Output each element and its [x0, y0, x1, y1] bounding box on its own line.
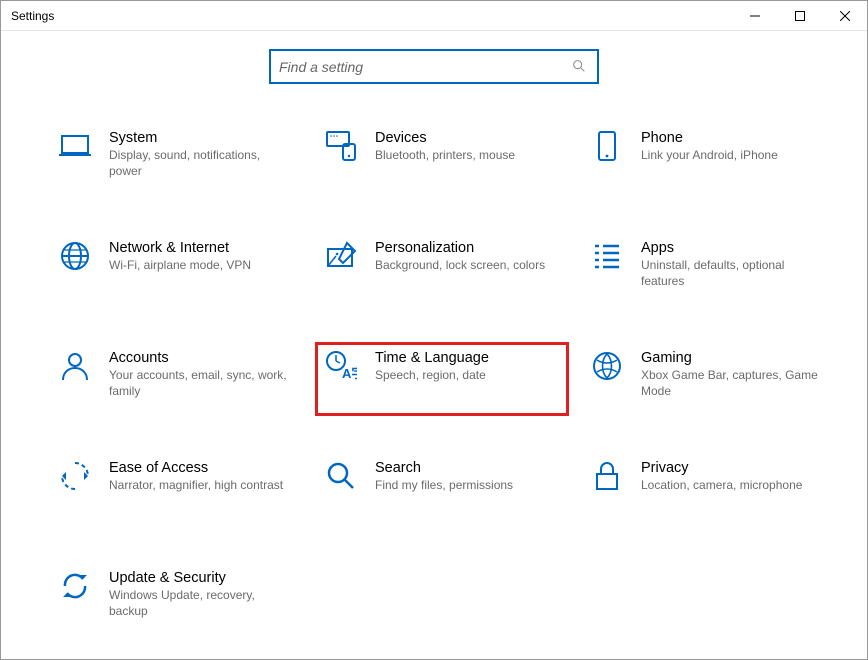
- tile-network[interactable]: Network & Internet Wi-Fi, airplane mode,…: [51, 234, 301, 304]
- window-title: Settings: [11, 9, 54, 23]
- tile-title: Apps: [641, 240, 825, 256]
- tile-text: Network & Internet Wi-Fi, airplane mode,…: [109, 240, 293, 274]
- lock-icon: [591, 460, 623, 492]
- tile-search[interactable]: Search Find my files, permissions: [317, 454, 567, 524]
- tile-title: Search: [375, 460, 559, 476]
- tile-desc: Xbox Game Bar, captures, Game Mode: [641, 368, 825, 399]
- search-container: [1, 49, 867, 84]
- gaming-icon: [591, 350, 623, 382]
- tile-desc: Uninstall, defaults, optional features: [641, 258, 825, 289]
- tile-desc: Wi-Fi, airplane mode, VPN: [109, 258, 293, 274]
- update-icon: [59, 570, 91, 602]
- tile-desc: Background, lock screen, colors: [375, 258, 559, 274]
- tile-title: Network & Internet: [109, 240, 293, 256]
- search-tile-icon: [325, 460, 357, 492]
- tile-desc: Location, camera, microphone: [641, 478, 825, 494]
- tile-text: System Display, sound, notifications, po…: [109, 130, 293, 179]
- phone-icon: [591, 130, 623, 162]
- tile-update-security[interactable]: Update & Security Windows Update, recove…: [51, 564, 301, 634]
- tile-title: Time & Language: [375, 350, 559, 366]
- apps-icon: [591, 240, 623, 272]
- tile-devices[interactable]: Devices Bluetooth, printers, mouse: [317, 124, 567, 194]
- tile-title: System: [109, 130, 293, 146]
- window-controls: [732, 1, 867, 31]
- time-language-icon: A字: [325, 350, 357, 382]
- tile-title: Devices: [375, 130, 559, 146]
- tile-text: Gaming Xbox Game Bar, captures, Game Mod…: [641, 350, 825, 399]
- tile-accounts[interactable]: Accounts Your accounts, email, sync, wor…: [51, 344, 301, 414]
- maximize-button[interactable]: [777, 1, 822, 31]
- system-icon: [59, 130, 91, 162]
- search-box[interactable]: [269, 49, 599, 84]
- tile-text: Search Find my files, permissions: [375, 460, 559, 494]
- tile-phone[interactable]: Phone Link your Android, iPhone: [583, 124, 833, 194]
- tile-system[interactable]: System Display, sound, notifications, po…: [51, 124, 301, 194]
- tile-desc: Display, sound, notifications, power: [109, 148, 293, 179]
- search-input[interactable]: [279, 59, 571, 75]
- person-icon: [59, 350, 91, 382]
- tile-title: Personalization: [375, 240, 559, 256]
- ease-icon: [59, 460, 91, 492]
- tile-title: Update & Security: [109, 570, 293, 586]
- tile-privacy[interactable]: Privacy Location, camera, microphone: [583, 454, 833, 524]
- tile-text: Apps Uninstall, defaults, optional featu…: [641, 240, 825, 289]
- tile-text: Phone Link your Android, iPhone: [641, 130, 825, 164]
- close-button[interactable]: [822, 1, 867, 31]
- tile-text: Update & Security Windows Update, recove…: [109, 570, 293, 619]
- globe-icon: [59, 240, 91, 272]
- tile-personalization[interactable]: Personalization Background, lock screen,…: [317, 234, 567, 304]
- tile-time-language[interactable]: A字 Time & Language Speech, region, date: [317, 344, 567, 414]
- tile-text: Time & Language Speech, region, date: [375, 350, 559, 384]
- tile-gaming[interactable]: Gaming Xbox Game Bar, captures, Game Mod…: [583, 344, 833, 414]
- tile-text: Ease of Access Narrator, magnifier, high…: [109, 460, 293, 494]
- tile-desc: Bluetooth, printers, mouse: [375, 148, 559, 164]
- titlebar: Settings: [1, 1, 867, 31]
- tile-title: Phone: [641, 130, 825, 146]
- tile-text: Privacy Location, camera, microphone: [641, 460, 825, 494]
- settings-grid: System Display, sound, notifications, po…: [1, 124, 867, 634]
- paint-icon: [325, 240, 357, 272]
- tile-desc: Find my files, permissions: [375, 478, 559, 494]
- tile-title: Gaming: [641, 350, 825, 366]
- devices-icon: [325, 130, 357, 162]
- tile-ease-of-access[interactable]: Ease of Access Narrator, magnifier, high…: [51, 454, 301, 524]
- tile-desc: Your accounts, email, sync, work, family: [109, 368, 293, 399]
- tile-title: Ease of Access: [109, 460, 293, 476]
- search-icon: [571, 58, 589, 76]
- tile-desc: Narrator, magnifier, high contrast: [109, 478, 293, 494]
- tile-desc: Link your Android, iPhone: [641, 148, 825, 164]
- tile-desc: Speech, region, date: [375, 368, 559, 384]
- svg-text:A字: A字: [342, 366, 357, 381]
- tile-text: Personalization Background, lock screen,…: [375, 240, 559, 274]
- tile-text: Accounts Your accounts, email, sync, wor…: [109, 350, 293, 399]
- tile-desc: Windows Update, recovery, backup: [109, 588, 293, 619]
- tile-title: Privacy: [641, 460, 825, 476]
- tile-text: Devices Bluetooth, printers, mouse: [375, 130, 559, 164]
- tile-title: Accounts: [109, 350, 293, 366]
- minimize-button[interactable]: [732, 1, 777, 31]
- tile-apps[interactable]: Apps Uninstall, defaults, optional featu…: [583, 234, 833, 304]
